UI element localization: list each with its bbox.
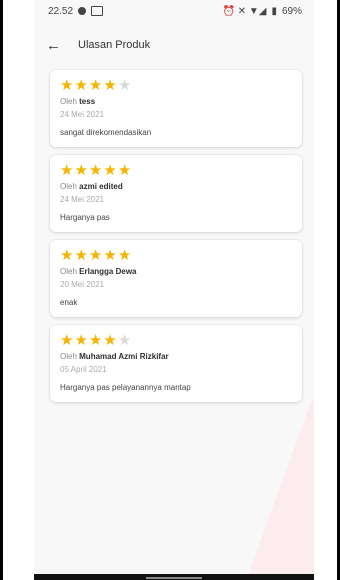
review-date: 20 Mei 2021: [60, 280, 105, 289]
review-card: ★ ★ ★ ★ ★ Oleh Muhamad Azmi Rizkifar 05 Apri…: [50, 325, 302, 402]
status-bar: 22.52 ⏰ ✕ ▼◢ ▮ 69%: [34, 0, 314, 22]
right-margin: [314, 0, 337, 580]
reviewer-name: Muhamad Azmi Rizkifar: [79, 352, 169, 361]
battery-level: 69%: [281, 5, 302, 17]
review-byline: Oleh Muhamad Azmi Rizkifar: [60, 352, 292, 361]
star-filled-icon: ★: [60, 332, 74, 349]
star-filled-icon: ★: [103, 77, 117, 94]
back-arrow-icon[interactable]: ←: [46, 37, 66, 54]
review-byline: Oleh azmi edited: [60, 182, 292, 191]
review-card: ★ ★ ★ ★ ★ Oleh Erlangga Dewa 20 Mei 2021 ena…: [50, 240, 302, 317]
star-empty-icon: ★: [117, 77, 132, 94]
review-byline: Oleh tess: [60, 97, 292, 106]
star-filled-icon: ★: [88, 332, 103, 349]
battery-icon: ▮: [271, 5, 277, 17]
review-text: Harganya pas: [60, 213, 110, 222]
star-filled-icon: ★: [60, 162, 74, 179]
star-filled-icon: ★: [74, 77, 88, 94]
review-byline: Oleh Erlangga Dewa: [60, 267, 292, 276]
background-decoration: [246, 400, 314, 580]
star-filled-icon: ★: [74, 332, 88, 349]
star-filled-icon: ★: [60, 247, 74, 264]
star-filled-icon: ★: [103, 247, 117, 264]
star-empty-icon: ★: [117, 332, 132, 349]
review-date: 24 Mei 2021: [60, 110, 105, 119]
rating-stars: ★ ★ ★ ★ ★: [60, 162, 292, 179]
rating-stars: ★ ★ ★ ★ ★: [60, 77, 292, 94]
review-date: 24 Mei 2021: [60, 195, 105, 204]
system-nav-bar: [34, 574, 314, 580]
by-prefix: Oleh: [60, 267, 77, 276]
star-filled-icon: ★: [88, 247, 103, 264]
review-text: sangat direkomendasikan: [60, 128, 152, 137]
reviewer-name: Erlangga Dewa: [79, 267, 137, 276]
reviewer-name: azmi edited: [79, 182, 123, 191]
review-text: Harganya pas pelayanannya mantap: [60, 383, 191, 392]
review-card: ★ ★ ★ ★ ★ Oleh azmi edited 24 Mei 2021 Harga…: [50, 155, 302, 232]
star-filled-icon: ★: [74, 162, 88, 179]
status-time: 22.52: [48, 5, 74, 17]
review-text: enak: [60, 298, 78, 307]
by-prefix: Oleh: [60, 182, 77, 191]
review-list: ★ ★ ★ ★ ★ Oleh tess 24 Mei 2021 sangat direk…: [50, 70, 302, 410]
home-indicator[interactable]: [146, 577, 202, 579]
rating-stars: ★ ★ ★ ★ ★: [60, 332, 292, 349]
message-icon: [91, 6, 104, 16]
star-filled-icon: ★: [74, 247, 88, 264]
by-prefix: Oleh: [60, 97, 77, 106]
review-date: 05 April 2021: [60, 365, 107, 374]
status-icons: ⏰ ✕ ▼◢: [222, 5, 267, 17]
by-prefix: Oleh: [60, 352, 77, 361]
app-screen: 22.52 ⏰ ✕ ▼◢ ▮ 69% ← Ulasan Produk ★ ★ ★ ★ ★…: [34, 0, 314, 580]
star-filled-icon: ★: [117, 162, 132, 179]
star-filled-icon: ★: [88, 162, 103, 179]
notification-dot-icon: [78, 7, 87, 15]
star-filled-icon: ★: [60, 77, 74, 94]
star-filled-icon: ★: [103, 162, 117, 179]
star-filled-icon: ★: [117, 247, 132, 264]
star-filled-icon: ★: [88, 77, 103, 94]
star-filled-icon: ★: [103, 332, 117, 349]
reviewer-name: tess: [79, 97, 96, 106]
page-title: Ulasan Produk: [78, 39, 151, 51]
rating-stars: ★ ★ ★ ★ ★: [60, 247, 292, 264]
app-header: ← Ulasan Produk: [34, 30, 314, 60]
review-card: ★ ★ ★ ★ ★ Oleh tess 24 Mei 2021 sangat direk…: [50, 70, 302, 147]
